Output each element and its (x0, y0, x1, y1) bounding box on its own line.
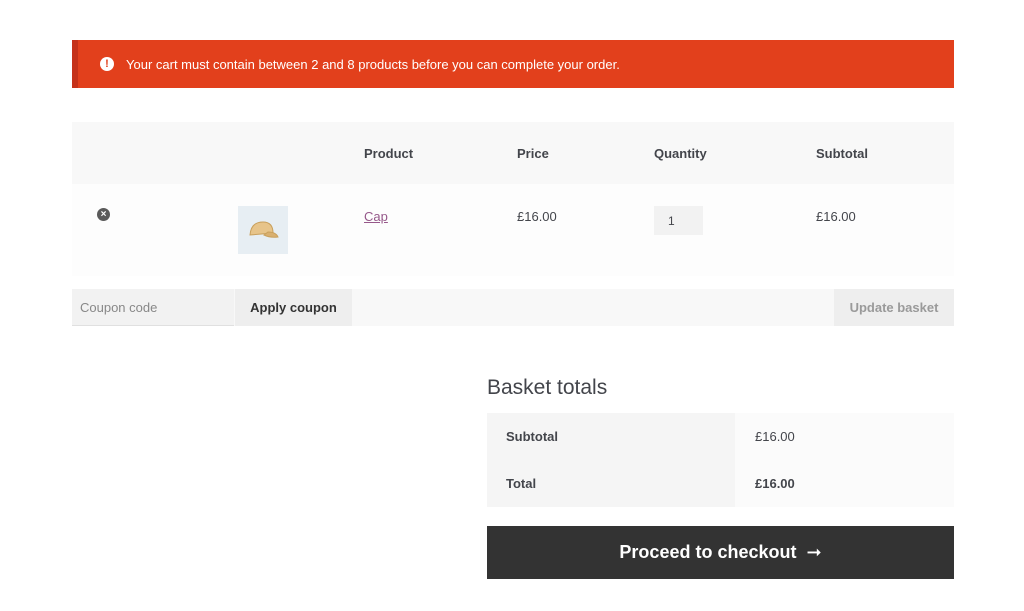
item-price: £16.00 (517, 209, 557, 224)
totals-row-total: Total £16.00 (487, 460, 954, 507)
subtotal-value: £16.00 (735, 413, 954, 460)
header-subtotal: Subtotal (816, 146, 868, 161)
cap-icon (249, 221, 279, 238)
header-price: Price (517, 146, 549, 161)
product-link[interactable]: Cap (364, 209, 388, 224)
header-quantity: Quantity (654, 146, 707, 161)
notice-message: Your cart must contain between 2 and 8 p… (126, 56, 620, 72)
total-value: £16.00 (735, 460, 954, 507)
totals-table: Subtotal £16.00 Total £16.00 (487, 413, 954, 507)
subtotal-label: Subtotal (487, 413, 735, 460)
coupon-input[interactable] (72, 289, 234, 326)
table-header: Product Price Quantity Subtotal (72, 122, 954, 184)
cart-actions: Apply coupon Update basket (72, 289, 954, 326)
product-thumbnail[interactable] (238, 206, 288, 254)
total-label: Total (487, 460, 735, 507)
info-icon: ! (100, 57, 114, 71)
error-notice: ! Your cart must contain between 2 and 8… (72, 40, 954, 88)
header-product: Product (364, 146, 414, 161)
item-subtotal: £16.00 (816, 209, 856, 224)
totals-title: Basket totals (487, 376, 608, 399)
arrow-right-icon: ➞ (806, 542, 822, 562)
quantity-input[interactable] (654, 206, 703, 235)
apply-coupon-button[interactable]: Apply coupon (235, 289, 352, 326)
proceed-to-checkout-button[interactable]: Proceed to checkout ➞ (487, 526, 954, 579)
checkout-label: Proceed to checkout (619, 542, 797, 562)
update-basket-button[interactable]: Update basket (834, 289, 954, 326)
cart-table: Product Price Quantity Subtotal × Cap £1… (72, 122, 954, 276)
totals-row-subtotal: Subtotal £16.00 (487, 413, 954, 460)
remove-item-icon[interactable]: × (97, 208, 110, 221)
table-row: × Cap £16.00 £16.00 (72, 184, 954, 276)
